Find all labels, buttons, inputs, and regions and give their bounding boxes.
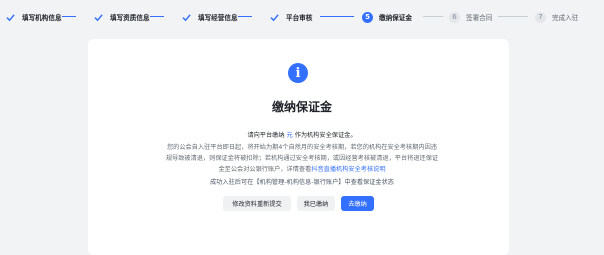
check-icon — [93, 12, 104, 23]
step-label: 完成入驻 — [552, 14, 579, 22]
step-number-badge: 6 — [449, 11, 460, 23]
step-1: 填写机构信息 — [5, 0, 62, 34]
step-label: 平台审核 — [286, 14, 313, 22]
already-paid-button[interactable]: 我已缴纳 — [297, 196, 335, 211]
step-2: 填写资质信息 — [93, 0, 150, 34]
pay-button[interactable]: 去缴纳 — [341, 196, 374, 211]
description-text: 金至公会对公银行账户，详情查看 — [218, 166, 312, 173]
description-line: 金至公会对公银行账户，详情查看抖音直播机构安全考核说明 — [0, 164, 604, 173]
step-connector — [238, 16, 252, 17]
step-connector — [62, 16, 76, 17]
step-4: 平台审核 — [269, 0, 312, 34]
step-6: 6 签署合同 — [449, 0, 492, 34]
step-5: 5 缴纳保证金 — [362, 0, 412, 34]
step-label: 填写机构信息 — [22, 14, 62, 22]
step-label: 缴纳保证金 — [379, 14, 412, 22]
page-title: 缴纳保证金 — [271, 100, 332, 114]
step-label: 签署合同 — [466, 14, 493, 22]
check-icon — [5, 12, 16, 23]
assessment-rules-link[interactable]: 抖音直播机构安全考核说明 — [311, 166, 385, 173]
deposit-status-hint: 成功入驻后可在【机构管理-机构信息-银行账户】中查看保证金状态 — [210, 179, 394, 186]
step-7: 7 完成入驻 — [535, 0, 578, 34]
step-3: 填写经营信息 — [181, 0, 238, 34]
step-label: 填写经营信息 — [198, 14, 238, 22]
check-icon — [181, 12, 192, 23]
description-line: 您的公会自入驻平台即日起，将开始为期4个自然月的安全考核期，若您的机构在安全考核… — [167, 144, 437, 151]
step-connector — [150, 16, 164, 17]
step-label: 填写资质信息 — [110, 14, 150, 22]
amount-prefix: 请向平台缴纳 — [247, 132, 285, 139]
step-connector — [423, 16, 443, 17]
amount-suffix: 作为机构安全保证金。 — [294, 132, 357, 139]
edit-resubmit-button[interactable]: 修改资料重新提交 — [223, 196, 291, 211]
deposit-amount-line: 请向平台缴纳 元 作为机构安全保证金。 — [0, 130, 604, 139]
info-icon: i — [288, 63, 308, 83]
deposit-amount: 元 — [286, 132, 293, 139]
step-number-badge: 5 — [362, 11, 373, 23]
step-number-badge: 7 — [535, 11, 546, 23]
description-line: 规导致被清退，则保证金将被扣除；若机构通过安全考核期，或因经营考核被清退，平台将… — [165, 155, 439, 162]
check-icon — [269, 12, 280, 23]
step-connector — [320, 16, 354, 17]
stepper: 填写机构信息 填写资质信息 填写经营信息 平台审核 5 缴纳保证金 6 签署合同… — [0, 0, 604, 34]
step-connector — [498, 16, 528, 17]
